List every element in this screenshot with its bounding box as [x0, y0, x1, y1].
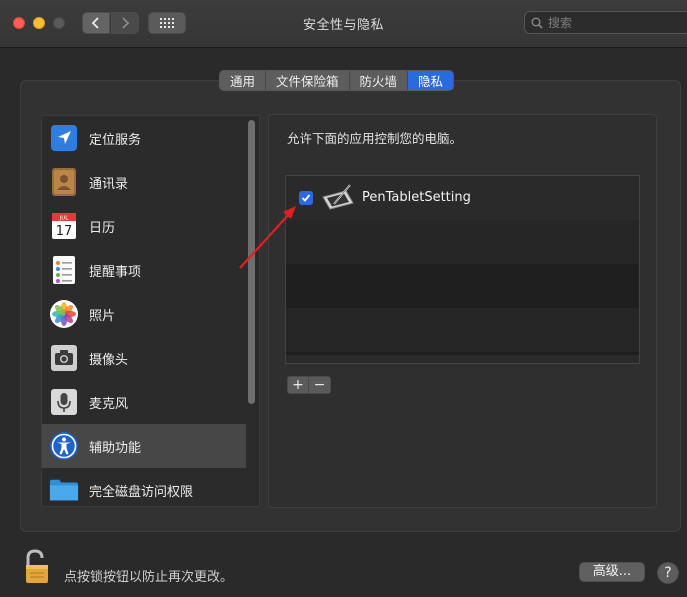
- sidebar-item-label: 完全磁盘访问权限: [89, 484, 194, 500]
- sidebar-item-calendar[interactable]: JUL 17 日历: [42, 204, 246, 248]
- calendar-month: JUL: [59, 216, 70, 222]
- help-button[interactable]: ?: [657, 562, 679, 584]
- pane-description: 允许下面的应用控制您的电脑。: [287, 131, 463, 146]
- contacts-book-icon: [49, 167, 79, 197]
- tab-bar: 通用 文件保险箱 防火墙 隐私: [219, 70, 455, 91]
- search-field[interactable]: [524, 11, 687, 34]
- search-input[interactable]: [548, 15, 648, 30]
- list-horizontal-scrollbar[interactable]: [286, 355, 639, 363]
- tab-general[interactable]: 通用: [220, 71, 267, 90]
- sidebar-item-reminders[interactable]: 提醒事项: [42, 248, 246, 292]
- sidebar-item-contacts[interactable]: 通讯录: [42, 160, 246, 204]
- sidebar-item-photos[interactable]: 照片: [42, 292, 246, 336]
- add-app-button[interactable]: +: [287, 376, 309, 394]
- sidebar-item-label: 照片: [89, 308, 116, 324]
- tab-privacy[interactable]: 隐私: [408, 71, 454, 90]
- checkmark-icon: [301, 194, 311, 202]
- sidebar-scrollbar[interactable]: [246, 118, 256, 504]
- sidebar-item-full-disk-access[interactable]: 完全磁盘访问权限: [42, 468, 246, 506]
- advanced-button[interactable]: 高级...: [579, 562, 645, 582]
- sidebar-item-label: 提醒事项: [89, 264, 142, 280]
- camera-icon: [49, 343, 79, 373]
- list-item-empty: [286, 264, 639, 308]
- sidebar-item-label: 辅助功能: [89, 440, 142, 456]
- sidebar-scrollbar-thumb[interactable]: [248, 120, 255, 404]
- list-item-empty: [286, 308, 639, 352]
- sidebar-item-label: 麦克风: [89, 396, 129, 412]
- sidebar-item-label: 通讯录: [89, 176, 129, 192]
- sidebar-item-camera[interactable]: 摄像头: [42, 336, 246, 380]
- list-item[interactable]: PenTabletSetting: [286, 176, 639, 220]
- app-name: PenTabletSetting: [362, 190, 471, 205]
- sidebar-item-microphone[interactable]: 麦克风: [42, 380, 246, 424]
- sidebar-item-label: 摄像头: [89, 352, 129, 368]
- reminders-icon: [49, 255, 79, 285]
- remove-app-button[interactable]: −: [309, 376, 331, 394]
- app-enabled-checkbox[interactable]: [299, 191, 313, 205]
- accessibility-icon: [49, 431, 79, 461]
- search-icon: [531, 17, 543, 29]
- calendar-day: 17: [56, 224, 73, 239]
- lock-icon[interactable]: [22, 549, 52, 585]
- tab-firewall[interactable]: 防火墙: [350, 71, 409, 90]
- sidebar-item-accessibility[interactable]: 辅助功能: [42, 424, 246, 468]
- add-remove-controls: + −: [287, 376, 331, 394]
- folder-icon: [49, 475, 79, 505]
- tab-filevault[interactable]: 文件保险箱: [266, 71, 350, 90]
- location-arrow-icon: [49, 123, 79, 153]
- list-item-empty: [286, 220, 639, 264]
- sidebar-item-label: 定位服务: [89, 132, 142, 148]
- photos-icon: [49, 299, 79, 329]
- title-bar: 安全性与隐私: [0, 0, 687, 48]
- sidebar-item-location-services[interactable]: 定位服务: [42, 116, 246, 160]
- lock-hint-text: 点按锁按钮以防止再次更改。: [64, 570, 234, 585]
- calendar-icon: JUL 17: [49, 211, 79, 241]
- pen-tablet-icon: [322, 184, 354, 210]
- privacy-category-list: 定位服务 通讯录 JUL 17 日历 提醒事项 照片 摄像头 麦克风 辅助功能 …: [41, 115, 260, 507]
- allowed-apps-list[interactable]: PenTabletSetting: [285, 175, 640, 364]
- microphone-icon: [49, 387, 79, 417]
- sidebar-item-label: 日历: [89, 220, 116, 236]
